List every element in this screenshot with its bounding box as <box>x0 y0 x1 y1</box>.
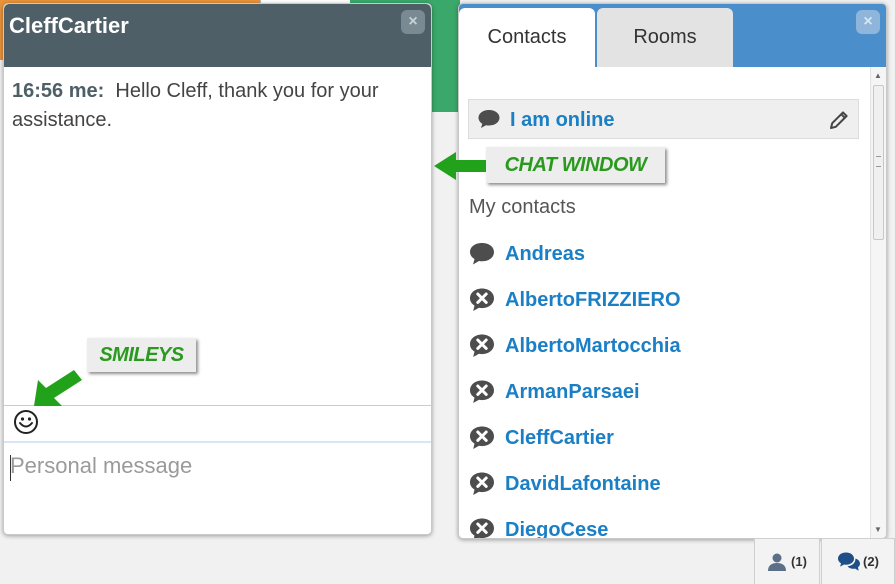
scroll-down-arrow-icon[interactable]: ▼ <box>874 525 882 534</box>
offline-x-icon <box>470 334 494 357</box>
contact-item-andreas[interactable]: Andreas <box>468 231 870 277</box>
speech-bubble-icon <box>478 110 500 128</box>
tab-rooms[interactable]: Rooms <box>597 8 733 67</box>
chat-window-arrow-icon <box>434 152 488 180</box>
rooms-toggle-button[interactable]: (2) <box>821 538 895 584</box>
status-bar[interactable]: I am online <box>468 99 859 139</box>
rooms-count: (2) <box>863 554 879 569</box>
contact-item-cleffcartier[interactable]: CleffCartier <box>468 415 870 461</box>
contacts-user-icon <box>768 553 787 571</box>
contact-name: Andreas <box>505 242 586 265</box>
offline-x-icon <box>470 472 494 495</box>
personal-message-input[interactable] <box>4 443 431 534</box>
smiley-icon[interactable] <box>13 409 39 435</box>
status-text: I am online <box>510 109 615 131</box>
contact-item-davidlafontaine[interactable]: DavidLafontaine <box>468 461 870 507</box>
chat-log: 16:56 me: Hello Cleff, thank you for you… <box>12 77 421 135</box>
offline-x-icon <box>470 426 494 449</box>
message-timestamp: 16:56 me: <box>12 80 105 102</box>
scroll-thumb[interactable] <box>873 85 884 240</box>
contact-name: CleffCartier <box>505 426 614 449</box>
contacts-scrollbar[interactable]: ▲ ▼ <box>870 67 886 538</box>
contact-item-albertomartocchia[interactable]: AlbertoMartocchia <box>468 323 870 369</box>
tab-contacts[interactable]: Contacts <box>459 8 595 67</box>
offline-x-icon <box>470 380 494 403</box>
chat-window: CleffCartier × 16:56 me: Hello Cleff, th… <box>3 3 432 535</box>
contact-name: DavidLafontaine <box>505 472 661 495</box>
contacts-count: (1) <box>791 554 807 569</box>
scroll-up-arrow-icon[interactable]: ▲ <box>874 71 882 80</box>
chat-bubbles-icon <box>838 552 861 571</box>
contact-item-diegocese[interactable]: DiegoCese <box>468 507 870 539</box>
contact-item-armanparsaei[interactable]: ArmanParsaei <box>468 369 870 415</box>
pencil-icon[interactable] <box>828 109 850 131</box>
speech-bubble-icon <box>470 243 494 265</box>
offline-x-icon <box>470 518 494 538</box>
contacts-close-button[interactable]: × <box>856 10 880 34</box>
contacts-window: Contacts Rooms × I am online My contacts… <box>458 3 887 539</box>
chat-header[interactable]: CleffCartier × <box>4 4 431 67</box>
contact-name: AlbertoMartocchia <box>505 334 681 357</box>
message-input-area <box>4 441 431 534</box>
offline-x-icon <box>470 288 494 311</box>
text-caret <box>10 455 11 481</box>
contact-item-albertofrizziero[interactable]: AlbertoFRIZZIERO <box>468 277 870 323</box>
contact-name: DiegoCese <box>505 518 609 539</box>
smileys-arrow-icon <box>34 370 82 406</box>
contacts-header: Contacts Rooms × <box>459 4 886 67</box>
contacts-scroll-area: I am online My contacts Andreas AlbertoF… <box>459 67 870 538</box>
chat-close-button[interactable]: × <box>401 10 425 34</box>
chat-window-callout: CHAT WINDOW <box>486 147 665 183</box>
contact-name: ArmanParsaei <box>505 380 640 403</box>
contact-name: AlbertoFRIZZIERO <box>505 288 681 311</box>
my-contacts-heading: My contacts <box>469 196 576 218</box>
contact-list: Andreas AlbertoFRIZZIERO AlbertoMartocch… <box>468 231 870 539</box>
chat-title: CleffCartier <box>9 13 129 38</box>
contacts-toggle-button[interactable]: (1) <box>754 538 820 584</box>
smileys-callout: SMILEYS <box>87 338 196 372</box>
